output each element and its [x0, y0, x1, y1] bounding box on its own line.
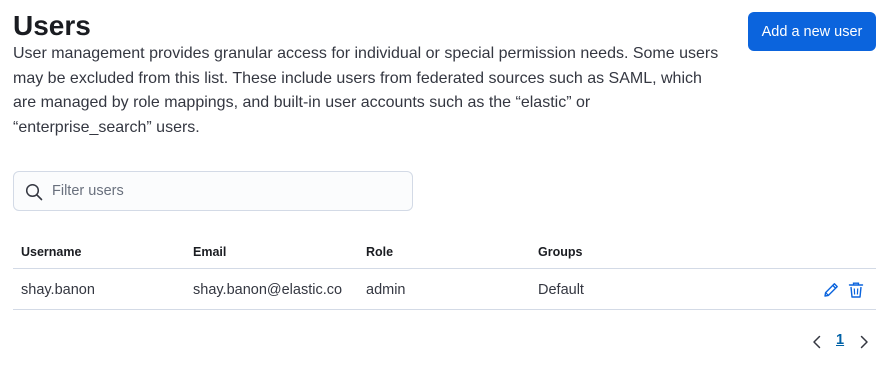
- cell-groups: Default: [538, 282, 584, 298]
- column-header-groups[interactable]: Groups: [538, 245, 582, 259]
- table-header-row: Username Email Role Groups: [13, 236, 876, 269]
- trash-icon[interactable]: [847, 281, 865, 299]
- pencil-icon[interactable]: [822, 281, 840, 299]
- cell-email: shay.banon@elastic.co: [193, 282, 343, 298]
- search-input[interactable]: [52, 172, 402, 210]
- column-header-email[interactable]: Email: [193, 245, 226, 259]
- users-table: Username Email Role Groups shay.banon sh…: [13, 236, 876, 310]
- column-header-username[interactable]: Username: [21, 245, 81, 259]
- cell-username: shay.banon: [21, 282, 95, 298]
- page-number-current[interactable]: 1: [836, 332, 844, 348]
- page-description: User management provides granular access…: [13, 45, 719, 136]
- pagination: 1: [805, 330, 880, 354]
- cell-role: admin: [366, 282, 406, 298]
- search-field[interactable]: [13, 171, 413, 211]
- column-header-role[interactable]: Role: [366, 245, 393, 259]
- add-user-button[interactable]: Add a new user: [748, 12, 876, 51]
- chevron-right-icon[interactable]: [856, 334, 872, 350]
- page-title: Users: [13, 10, 91, 41]
- chevron-left-icon[interactable]: [809, 334, 825, 350]
- table-row: shay.banon shay.banon@elastic.co admin D…: [13, 269, 876, 310]
